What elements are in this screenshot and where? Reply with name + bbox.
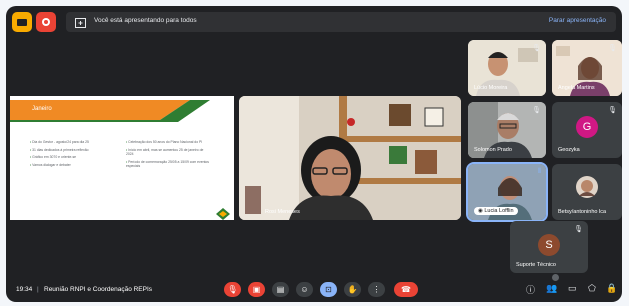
emoji-icon[interactable]: ☺: [296, 282, 313, 297]
participant-name: Rosi Meneses: [265, 209, 300, 215]
avatar: S: [538, 234, 560, 256]
participant-tile[interactable]: G 🎙 Geozyka: [552, 102, 622, 158]
presenting-message: Você está apresentando para todos: [94, 17, 197, 24]
participant-name: Geozyka: [558, 147, 580, 153]
lock-icon[interactable]: 🔒: [606, 283, 617, 294]
camera-off-icon[interactable]: ▣: [248, 282, 265, 297]
hand-icon[interactable]: ✋: [344, 282, 361, 297]
stop-presenting-button[interactable]: Parar apresentação: [549, 17, 606, 24]
slide-logo: [216, 208, 230, 220]
divider: |: [37, 286, 39, 293]
participant-tile[interactable]: Betsy/antoninho lca: [552, 164, 622, 220]
shared-slide: Janeiro • Dia do Gestor - agosto/24 para…: [10, 96, 234, 220]
end-call-icon[interactable]: ☎: [394, 282, 418, 297]
slide-left-column: • Dia do Gestor - agosto/24 para dia 25 …: [30, 140, 116, 167]
slide-bullet: • Início em abril, mas se aumentou 25 de…: [126, 147, 204, 157]
people-icon[interactable]: 👥: [546, 283, 557, 294]
more-icon[interactable]: ⋮: [368, 282, 385, 297]
present-icon: [75, 16, 87, 34]
mic-off-icon: 🎙: [574, 226, 583, 233]
participant-name: Solomon Prado: [474, 147, 512, 153]
main-speaker-tile[interactable]: Rosi Meneses: [239, 96, 461, 220]
slide-bullet: • Celebração dos 50 anos do Plano Nacion…: [126, 140, 203, 144]
mic-off-icon: 🎙: [532, 45, 541, 52]
speaking-indicator-icon: ⦀: [537, 168, 541, 175]
info-icon[interactable]: ⓘ: [526, 283, 535, 296]
participant-name: ◉ Lucia Lofflin: [474, 207, 518, 215]
activities-icon[interactable]: ⬠: [588, 283, 596, 294]
presenting-banner: Você está apresentando para todos Parar …: [66, 12, 616, 32]
mic-off-icon: 🎙: [532, 107, 541, 114]
participant-name: Angela Martins: [558, 85, 595, 91]
participant-tile[interactable]: 🎙 Lúcio Moreira: [468, 40, 546, 96]
avatar: G: [576, 116, 598, 138]
slide-bullet: • Vamos dialogar e debater: [30, 162, 71, 167]
slide-right-column: • Celebração dos 50 anos do Plano Nacion…: [126, 140, 210, 169]
folder-icon[interactable]: [12, 12, 32, 32]
chat-icon[interactable]: ▭: [568, 283, 577, 294]
captions-icon[interactable]: ▤: [272, 282, 289, 297]
participant-name: Betsy/antoninho lca: [558, 209, 607, 215]
speaker-video: [239, 96, 461, 220]
present-icon[interactable]: ⊡: [320, 282, 337, 297]
slide-bullet: • Período de comemoração 25/05 a 15/09 c…: [126, 159, 210, 169]
slide-bullet: • Dia do Gestor - agosto/24 para dia 25: [30, 140, 89, 144]
participant-tile[interactable]: 🎙 Angela Martins: [552, 40, 622, 96]
participant-tile-active[interactable]: ⦀ ◉ Lucia Lofflin: [466, 162, 548, 222]
mic-off-icon: 🎙: [608, 45, 617, 52]
slide-bullet: • 31 dias dedicados à primeira reflexão: [30, 147, 89, 152]
slide-title: Janeiro: [32, 106, 52, 112]
meeting-time: 19:34: [16, 286, 33, 293]
participant-name: Suporte Técnico: [516, 262, 556, 268]
participant-tile[interactable]: 🎙 Solomon Prado: [468, 102, 546, 158]
record-icon[interactable]: [36, 12, 56, 32]
participant-count-badge: [552, 274, 559, 281]
slide-bullet: • Gráfico em 3070 e oriente-se: [30, 155, 77, 159]
participant-tile[interactable]: S 🎙 Suporte Técnico: [510, 221, 588, 273]
meet-window: Você está apresentando para todos Parar …: [6, 6, 622, 302]
avatar: [576, 176, 598, 198]
meeting-title: Reunião RNPI e Coordenação REPIs: [44, 286, 153, 293]
participant-name: Lúcio Moreira: [474, 85, 508, 91]
mic-off-icon: 🎙: [608, 107, 617, 114]
mic-off-icon[interactable]: 🎙: [224, 282, 241, 297]
